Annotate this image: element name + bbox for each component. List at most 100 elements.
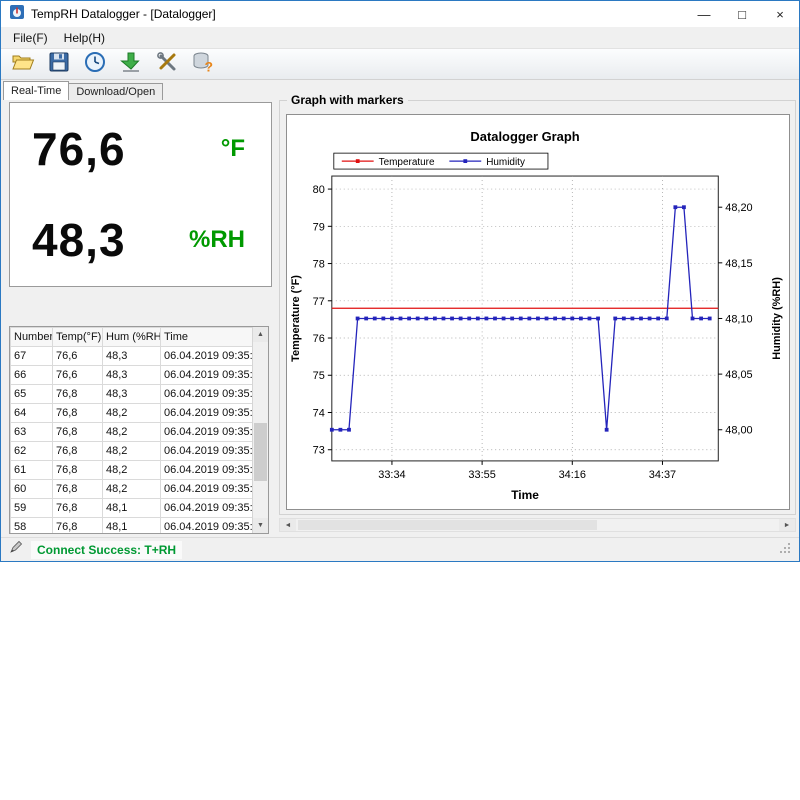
- chart-horizontal-scrollbar[interactable]: ◄ ►: [279, 518, 796, 532]
- live-readout-panel: 76,6 °F 48,3 %RH: [9, 102, 272, 287]
- log-table-header: NumberTemp(°F)Hum (%RH)Time: [11, 328, 254, 347]
- database-question-icon: ?: [191, 50, 215, 79]
- table-vertical-scrollbar[interactable]: ▲ ▼: [252, 327, 268, 533]
- menu-help[interactable]: Help(H): [56, 29, 113, 47]
- menu-bar: File(F) Help(H): [1, 27, 799, 48]
- table-cell: 76,8: [53, 404, 103, 423]
- table-cell: 67: [11, 347, 53, 366]
- graph-groupbox-title: Graph with markers: [287, 93, 408, 107]
- tab-download-open[interactable]: Download/Open: [68, 83, 163, 100]
- settings-button[interactable]: [153, 51, 180, 78]
- scroll-left-icon[interactable]: ◄: [280, 519, 296, 531]
- table-cell: 48,3: [103, 366, 161, 385]
- scrollbar-track[interactable]: [296, 519, 779, 531]
- table-cell: 76,8: [53, 480, 103, 499]
- column-header[interactable]: Time: [161, 328, 254, 347]
- menu-file[interactable]: File(F): [5, 29, 56, 47]
- scroll-up-icon[interactable]: ▲: [253, 327, 268, 342]
- status-message: Connect Success: T+RH: [31, 541, 182, 559]
- table-cell: 06.04.2019 09:35:23: [161, 423, 254, 442]
- svg-text:48,00: 48,00: [725, 425, 752, 437]
- svg-text:48,05: 48,05: [725, 369, 752, 381]
- download-data-button[interactable]: [117, 51, 144, 78]
- log-table: NumberTemp(°F)Hum (%RH)Time 6776,648,306…: [10, 327, 254, 534]
- svg-text:Humidity (%RH): Humidity (%RH): [771, 277, 783, 360]
- table-row[interactable]: 6376,848,206.04.2019 09:35:23: [11, 423, 254, 442]
- svg-text:34:16: 34:16: [559, 469, 586, 481]
- svg-text:34:37: 34:37: [649, 469, 676, 481]
- svg-text:48,10: 48,10: [725, 313, 752, 325]
- table-cell: 64: [11, 404, 53, 423]
- svg-text:Humidity: Humidity: [486, 157, 525, 168]
- svg-text:77: 77: [313, 296, 325, 308]
- svg-text:73: 73: [313, 445, 325, 457]
- table-cell: 48,3: [103, 385, 161, 404]
- scroll-down-icon[interactable]: ▼: [253, 518, 268, 533]
- table-cell: 06.04.2019 09:35:29: [161, 366, 254, 385]
- table-cell: 76,8: [53, 423, 103, 442]
- open-folder-icon: [11, 50, 35, 79]
- scroll-right-icon[interactable]: ►: [779, 519, 795, 531]
- table-cell: 66: [11, 366, 53, 385]
- table-cell: 48,3: [103, 347, 161, 366]
- close-button[interactable]: ×: [761, 1, 799, 27]
- svg-text:78: 78: [313, 259, 325, 271]
- table-row[interactable]: 6576,848,306.04.2019 09:35:27: [11, 385, 254, 404]
- table-cell: 06.04.2019 09:35:12: [161, 518, 254, 535]
- svg-text:Temperature: Temperature: [379, 157, 435, 168]
- svg-text:74: 74: [313, 407, 325, 419]
- temperature-readout: 76,6 °F: [10, 103, 271, 195]
- table-row[interactable]: 6676,648,306.04.2019 09:35:29: [11, 366, 254, 385]
- svg-text:33:34: 33:34: [378, 469, 405, 481]
- save-button[interactable]: [45, 51, 72, 78]
- maximize-button[interactable]: □: [723, 1, 761, 27]
- table-cell: 76,6: [53, 366, 103, 385]
- humidity-value: 48,3: [32, 213, 126, 267]
- svg-text:48,20: 48,20: [725, 202, 752, 214]
- svg-text:?: ?: [204, 58, 213, 74]
- download-arrow-icon: [119, 50, 143, 79]
- table-cell: 62: [11, 442, 53, 461]
- schedule-button[interactable]: [81, 51, 108, 78]
- table-row[interactable]: 5876,848,106.04.2019 09:35:12: [11, 518, 254, 535]
- table-row[interactable]: 6076,848,206.04.2019 09:35:16: [11, 480, 254, 499]
- app-window: TempRH Datalogger - [Datalogger] — □ × F…: [0, 0, 800, 562]
- tab-real-time[interactable]: Real-Time: [3, 81, 69, 100]
- table-cell: 48,2: [103, 461, 161, 480]
- connection-pen-icon: [9, 540, 23, 559]
- table-cell: 06.04.2019 09:35:21: [161, 442, 254, 461]
- temperature-value: 76,6: [32, 122, 126, 176]
- table-row[interactable]: 6476,848,206.04.2019 09:35:25: [11, 404, 254, 423]
- column-header[interactable]: Hum (%RH): [103, 328, 161, 347]
- title-bar: TempRH Datalogger - [Datalogger] — □ ×: [1, 1, 799, 27]
- column-header[interactable]: Temp(°F): [53, 328, 103, 347]
- log-table-panel: NumberTemp(°F)Hum (%RH)Time 6776,648,306…: [9, 326, 269, 534]
- svg-text:33:55: 33:55: [468, 469, 495, 481]
- svg-text:79: 79: [313, 221, 325, 233]
- table-row[interactable]: 6276,848,206.04.2019 09:35:21: [11, 442, 254, 461]
- minimize-button[interactable]: —: [685, 1, 723, 27]
- scrollbar-thumb[interactable]: [254, 423, 267, 481]
- table-cell: 76,8: [53, 442, 103, 461]
- table-cell: 48,2: [103, 404, 161, 423]
- resize-grip[interactable]: [779, 541, 791, 559]
- clock-icon: [83, 50, 107, 79]
- table-row[interactable]: 6776,648,306.04.2019 09:35:31: [11, 347, 254, 366]
- table-cell: 06.04.2019 09:35:14: [161, 499, 254, 518]
- column-header[interactable]: Number: [11, 328, 53, 347]
- table-cell: 48,2: [103, 442, 161, 461]
- table-cell: 59: [11, 499, 53, 518]
- svg-text:76: 76: [313, 333, 325, 345]
- table-cell: 76,8: [53, 499, 103, 518]
- table-cell: 48,2: [103, 423, 161, 442]
- tools-icon: [155, 50, 179, 79]
- graph-groupbox: Graph with markers Datalogger Graph73747…: [279, 100, 796, 515]
- table-cell: 06.04.2019 09:35:18: [161, 461, 254, 480]
- table-row[interactable]: 6176,848,206.04.2019 09:35:18: [11, 461, 254, 480]
- table-row[interactable]: 5976,848,106.04.2019 09:35:14: [11, 499, 254, 518]
- open-file-button[interactable]: [9, 51, 36, 78]
- data-query-button[interactable]: ?: [189, 51, 216, 78]
- svg-text:80: 80: [313, 184, 325, 196]
- table-cell: 76,8: [53, 461, 103, 480]
- scrollbar-thumb[interactable]: [298, 520, 597, 530]
